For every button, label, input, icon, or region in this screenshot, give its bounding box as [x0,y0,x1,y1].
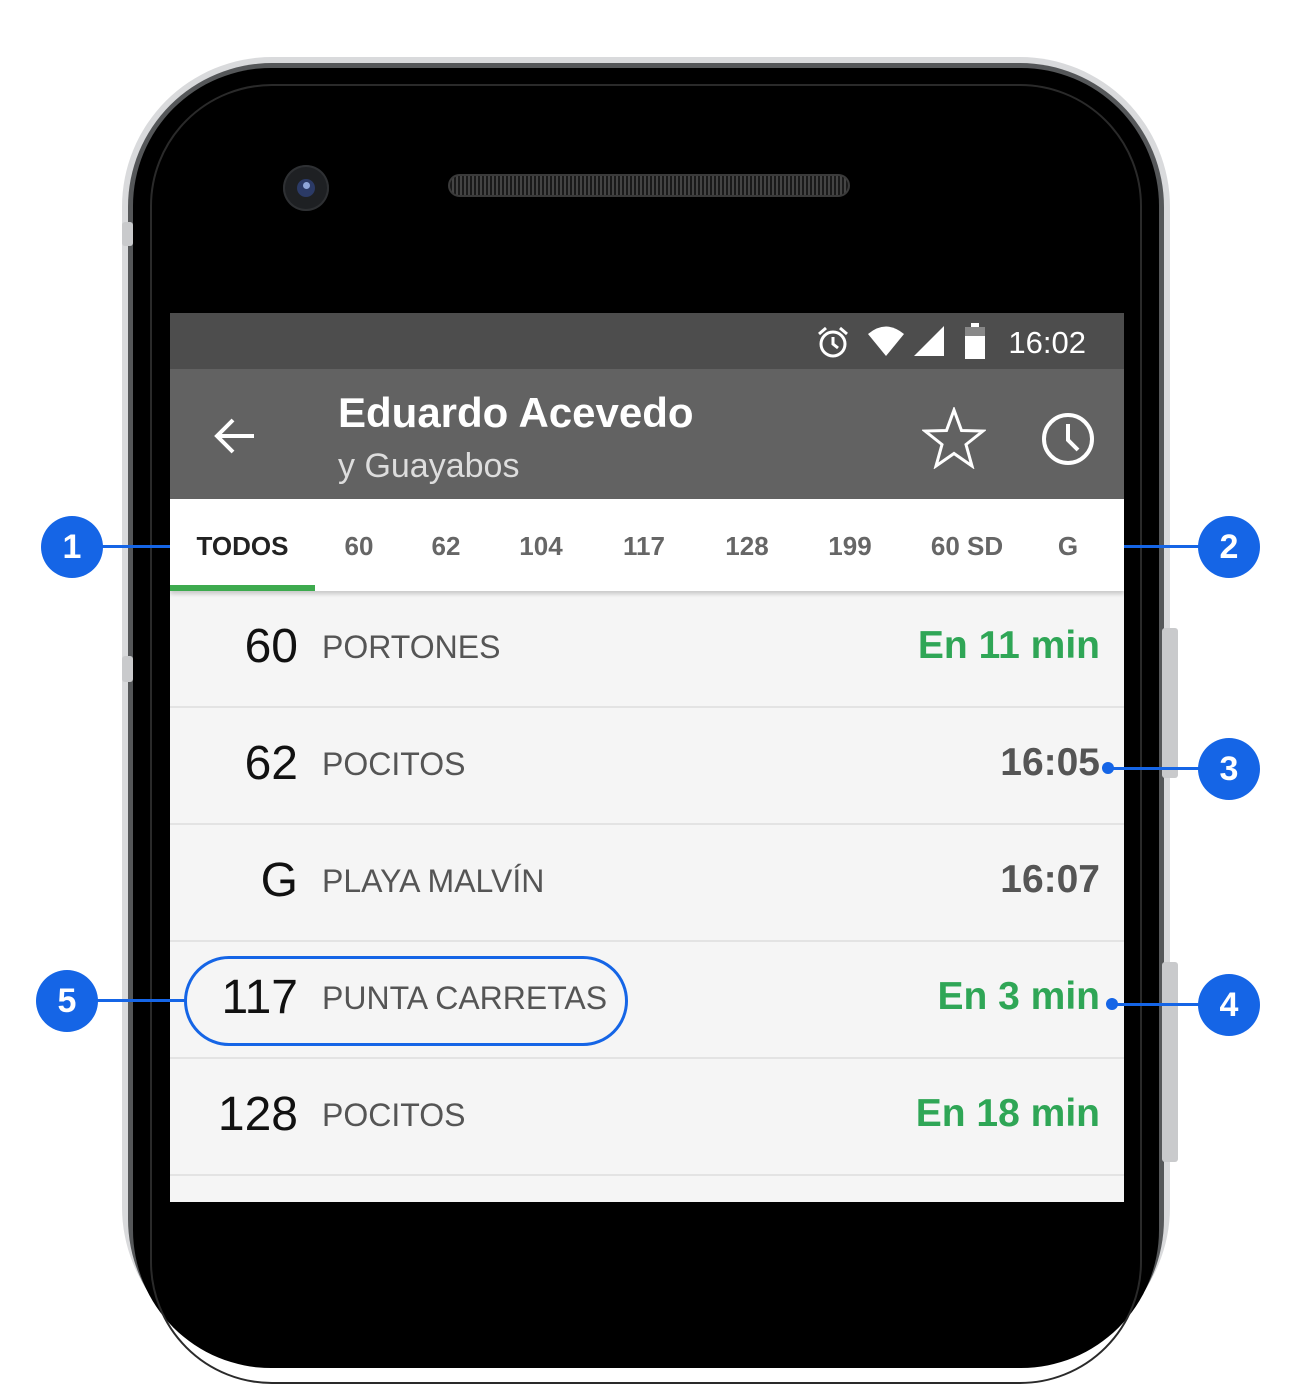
tab-199[interactable]: 199 [814,499,886,591]
callout-4-dot [1106,998,1118,1010]
phone-left-button-top [122,222,133,246]
clock-icon[interactable] [1040,411,1096,467]
callout-3-badge: 3 [1198,738,1260,800]
route-tabs: TODOS 60 62 104 117 128 199 60 SD G [170,499,1124,591]
status-time: 16:02 [1008,325,1086,360]
route-number: G [260,854,298,907]
callout-5-highlight [184,956,628,1046]
destination: POCITOS [322,1097,466,1133]
tab-117[interactable]: 117 [608,499,680,591]
callout-2-badge: 2 [1198,516,1260,578]
arrival-row[interactable]: G PLAYA MALVÍN 16:07 [170,825,1124,942]
tab-104[interactable]: 104 [505,499,577,591]
active-tab-indicator [170,585,315,591]
signal-icon [914,326,944,356]
callout-5-line [92,999,186,1002]
phone-power-button [1162,628,1178,778]
page-title: Eduardo Acevedo [338,389,694,436]
tab-62[interactable]: 62 [417,499,475,591]
wifi-icon [868,326,904,356]
callout-5-badge: 5 [36,970,98,1032]
eta-scheduled: 16:05 [1000,741,1100,784]
earpiece-speaker [448,174,850,197]
phone-left-button-bottom [122,656,133,682]
page-subtitle: y Guayabos [338,447,520,485]
tab-g[interactable]: G [1050,499,1086,591]
tab-60-sd[interactable]: 60 SD [920,499,1014,591]
front-camera [283,165,329,211]
callout-3-dot [1102,762,1114,774]
route-number: 62 [244,737,298,790]
arrival-row[interactable]: 62 POCITOS 16:05 [170,708,1124,825]
phone-volume-button [1162,962,1178,1162]
route-number: 60 [244,620,298,673]
star-outline-icon[interactable] [922,407,986,469]
screen: 16:02 Eduardo Acevedo y Guayabos TODOS 6… [170,313,1124,1202]
app-bar: Eduardo Acevedo y Guayabos [170,369,1124,499]
eta-realtime: En 11 min [917,624,1100,667]
callout-4-badge: 4 [1198,974,1260,1036]
callout-1-badge: 1 [41,516,103,578]
battery-icon [965,323,985,359]
eta-scheduled: 16:07 [1000,858,1100,901]
eta-realtime: En 18 min [915,1092,1100,1135]
alarm-icon [818,326,848,358]
arrival-row[interactable]: 128 POCITOS En 18 min [170,1059,1124,1176]
status-bar: 16:02 [170,313,1124,369]
destination: PORTONES [322,629,501,665]
route-number: 128 [217,1088,298,1141]
callout-3-line [1108,767,1204,770]
back-arrow-icon[interactable] [214,415,256,457]
callout-2-line [1114,545,1204,548]
callout-4-line [1112,1003,1204,1006]
destination: POCITOS [322,746,466,782]
destination: PLAYA MALVÍN [322,863,545,899]
tab-todos[interactable]: TODOS [170,499,315,591]
arrival-row[interactable]: 60 PORTONES En 11 min [170,591,1124,708]
tab-128[interactable]: 128 [711,499,783,591]
tab-60[interactable]: 60 [330,499,388,591]
eta-realtime: En 3 min [937,975,1100,1018]
arrival-row-partial[interactable] [170,1176,1124,1202]
